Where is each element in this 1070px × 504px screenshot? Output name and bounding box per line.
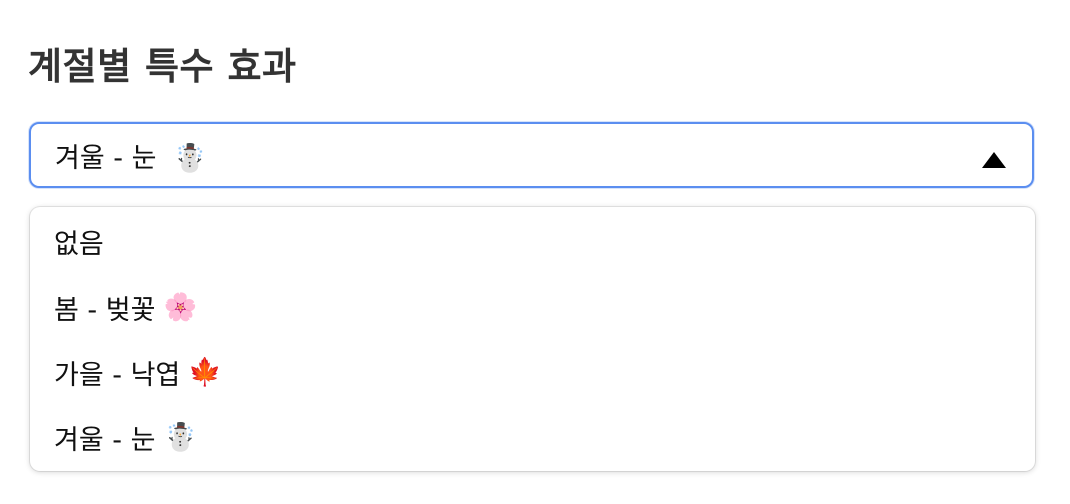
option-label: 가을 - 낙엽: [54, 359, 181, 391]
option-winter[interactable]: 겨울 - 눈 ☃️: [30, 406, 1035, 468]
select-value: 겨울 - 눈 ☃️: [55, 136, 207, 175]
option-autumn[interactable]: 가을 - 낙엽 🍁: [30, 341, 1035, 403]
snowman-icon: ☃️: [173, 142, 207, 174]
maple-leaf-icon: 🍁: [188, 357, 222, 388]
season-effect-select[interactable]: 겨울 - 눈 ☃️: [29, 122, 1034, 188]
snowman-icon: ☃️: [163, 422, 198, 453]
option-label: 봄 - 벚꽃: [54, 294, 156, 326]
page-title: 계절별 특수 효과: [28, 45, 297, 88]
option-spring[interactable]: 봄 - 벚꽃 🌸: [30, 276, 1035, 338]
option-label: 겨울 - 눈: [54, 424, 156, 456]
dropdown-menu: 없음 봄 - 벚꽃 🌸 가을 - 낙엽 🍁 겨울 - 눈 ☃️: [30, 207, 1035, 471]
option-none[interactable]: 없음: [30, 210, 1035, 272]
select-value-label: 겨울 - 눈: [55, 142, 157, 174]
cherry-blossom-icon: 🌸: [163, 292, 198, 323]
option-label: 없음: [54, 228, 104, 260]
caret-up-icon[interactable]: [982, 152, 1006, 168]
